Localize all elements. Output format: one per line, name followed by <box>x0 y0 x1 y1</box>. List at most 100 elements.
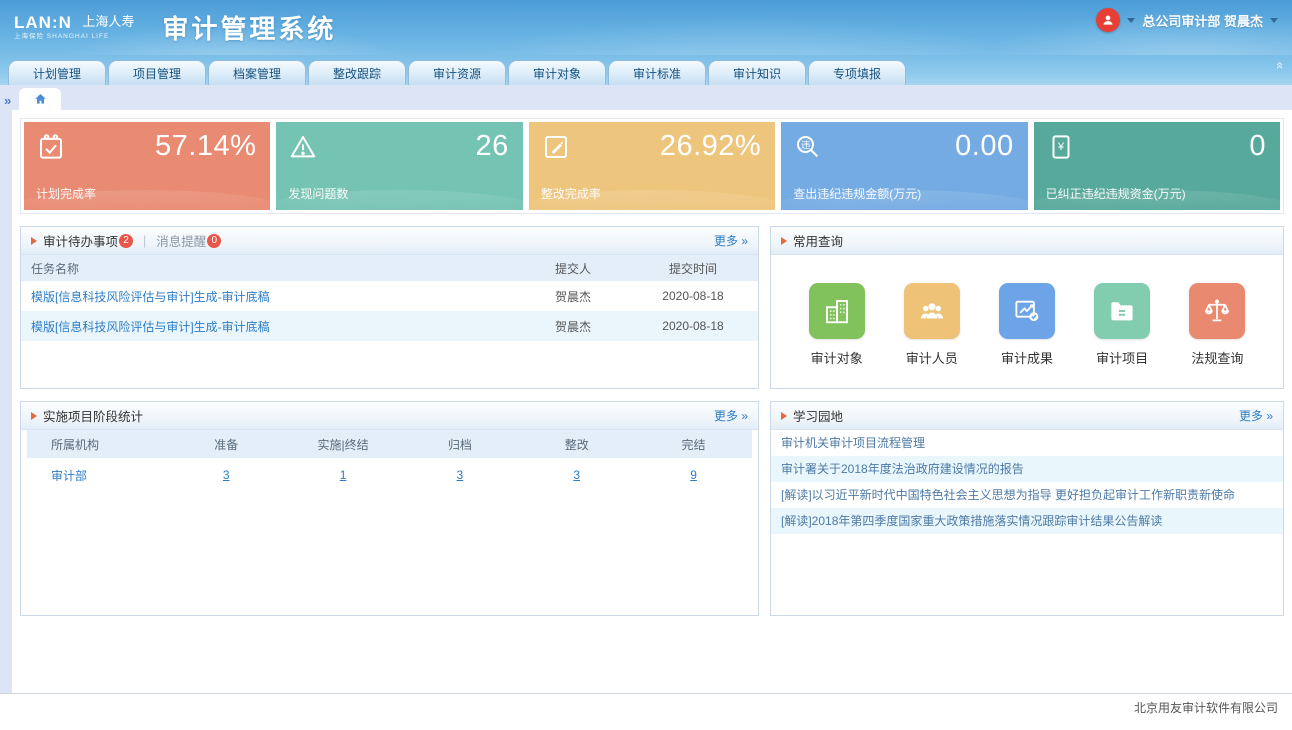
kpi-rectification-completion[interactable]: 26.92% 整改完成率 <box>529 122 775 210</box>
tab-home[interactable] <box>19 88 61 110</box>
home-icon <box>33 92 48 106</box>
quick-query-title: 常用查询 <box>793 231 843 250</box>
quick-query-header: 常用查询 <box>771 227 1283 255</box>
main-nav-bar: 计划管理 项目管理 档案管理 整改跟踪 审计资源 审计对象 审计标准 审计知识 … <box>0 55 1292 85</box>
column-preparation: 准备 <box>168 436 285 453</box>
kpi-issues-found[interactable]: 26 发现问题数 <box>276 122 522 210</box>
svg-text:¥: ¥ <box>1056 141 1064 153</box>
todo-panel-header: 审计待办事项2 | 消息提醒0 更多 » <box>21 227 758 255</box>
tab-audit-objects[interactable]: 审计对象 <box>508 60 606 85</box>
kpi-label: 查出违纪违规金额(万元) <box>793 185 921 202</box>
quick-link-audit-staff[interactable]: 审计人员 <box>896 283 968 367</box>
user-dropdown-caret-icon[interactable] <box>1270 18 1278 23</box>
stage-count-link[interactable]: 3 <box>573 468 580 482</box>
column-rectification: 整改 <box>518 436 635 453</box>
stage-more-link[interactable]: 更多 » <box>714 407 748 424</box>
message-reminder-tab[interactable]: 消息提醒 <box>156 231 206 250</box>
kpi-label: 已纠正违纪违规资金(万元) <box>1046 185 1186 202</box>
tab-audit-knowledge[interactable]: 审计知识 <box>708 60 806 85</box>
project-stage-title: 实施项目阶段统计 <box>43 406 143 425</box>
dashboard-content: 57.14% 计划完成率 26 发现问题数 26.92% <box>0 110 1292 693</box>
list-item[interactable]: [解读]2018年第四季度国家重大政策措施落实情况跟踪审计结果公告解读 <box>771 508 1283 534</box>
quick-link-regulation-search[interactable]: 法规查询 <box>1181 283 1253 367</box>
tab-plan-management[interactable]: 计划管理 <box>8 60 106 85</box>
stage-count-link[interactable]: 1 <box>340 468 347 482</box>
company-logo: LAN:N 上海人寿 上海保险 SHANGHAI LIFE <box>14 14 134 41</box>
tab-project-management[interactable]: 项目管理 <box>108 60 206 85</box>
stage-count-link[interactable]: 3 <box>223 468 230 482</box>
todo-panel: 审计待办事项2 | 消息提醒0 更多 » 任务名称 提交人 提交时间 模版[信息… <box>20 226 759 389</box>
open-tabs-bar: » <box>0 85 1292 110</box>
quick-link-label: 审计项目 <box>1096 348 1148 367</box>
panel-arrow-icon <box>31 237 37 245</box>
users-icon <box>917 296 947 326</box>
tab-audit-standards[interactable]: 审计标准 <box>608 60 706 85</box>
tab-archive-management[interactable]: 档案管理 <box>208 60 306 85</box>
quick-link-audit-projects[interactable]: 审计项目 <box>1086 283 1158 367</box>
kpi-plan-completion[interactable]: 57.14% 计划完成率 <box>24 122 270 210</box>
learning-panel-header: 学习园地 更多 » <box>771 402 1283 430</box>
column-organization: 所属机构 <box>27 436 168 453</box>
kpi-corrected-funds[interactable]: ¥ 0 已纠正违纪违规资金(万元) <box>1034 122 1280 210</box>
panel-arrow-icon <box>31 412 37 420</box>
chart-check-icon <box>1012 296 1042 326</box>
list-item[interactable]: [解读]以习近平新时代中国特色社会主义思想为指导 更好担负起审计工作新职责新使命 <box>771 482 1283 508</box>
quick-link-label: 法规查询 <box>1191 348 1243 367</box>
kpi-value: 26.92% <box>660 130 761 163</box>
column-implementation: 实施|终结 <box>285 436 402 453</box>
scales-icon <box>1202 296 1232 326</box>
calendar-check-icon <box>36 132 66 162</box>
user-avatar-icon[interactable] <box>1096 8 1120 32</box>
kpi-value: 0 <box>1249 130 1266 163</box>
expand-arrows-icon[interactable]: » <box>4 94 11 107</box>
building-icon <box>822 296 852 326</box>
task-submitter: 贺晨杰 <box>518 318 628 335</box>
quick-link-label: 审计成果 <box>1001 348 1053 367</box>
kpi-violation-amount-found[interactable]: 违 0.00 查出违纪违规金额(万元) <box>781 122 1027 210</box>
quick-link-audit-results[interactable]: 审计成果 <box>991 283 1063 367</box>
stage-table-header: 所属机构 准备 实施|终结 归档 整改 完结 <box>27 430 752 458</box>
kpi-value: 26 <box>476 130 509 163</box>
logo-brand-text: LAN:N <box>14 13 72 32</box>
column-archiving: 归档 <box>401 436 518 453</box>
org-link[interactable]: 审计部 <box>51 469 87 483</box>
table-row: 模版[信息科技风险评估与审计]生成-审计底稿 贺晨杰 2020-08-18 <box>21 281 758 311</box>
stage-count-link[interactable]: 3 <box>457 468 464 482</box>
todo-tab[interactable]: 审计待办事项 <box>43 231 118 250</box>
list-item[interactable]: 审计署关于2018年度法治政府建设情况的报告 <box>771 456 1283 482</box>
kpi-label: 整改完成率 <box>541 185 601 202</box>
page-title: 审计管理系统 <box>162 9 336 46</box>
column-submit-time: 提交时间 <box>628 260 758 277</box>
task-link[interactable]: 模版[信息科技风险评估与审计]生成-审计底稿 <box>31 320 270 334</box>
todo-table-header: 任务名称 提交人 提交时间 <box>21 255 758 281</box>
tab-special-reporting[interactable]: 专项填报 <box>808 60 906 85</box>
table-row: 审计部 3 1 3 3 9 <box>27 458 752 492</box>
violation-search-icon: 违 <box>793 132 823 162</box>
task-submit-time: 2020-08-18 <box>628 319 758 333</box>
tab-audit-resources[interactable]: 审计资源 <box>408 60 506 85</box>
task-submit-time: 2020-08-18 <box>628 289 758 303</box>
logo-company-name: 上海人寿 <box>82 14 134 29</box>
svg-text:违: 违 <box>801 140 810 150</box>
avatar-dropdown-caret-icon[interactable] <box>1127 18 1135 23</box>
project-stage-panel: 实施项目阶段统计 更多 » 所属机构 准备 实施|终结 归档 整改 完结 审计部… <box>20 401 759 616</box>
tab-rectification-tracking[interactable]: 整改跟踪 <box>308 60 406 85</box>
message-count-badge: 0 <box>207 234 221 248</box>
task-submitter: 贺晨杰 <box>518 288 628 305</box>
list-item[interactable]: 审计机关审计项目流程管理 <box>771 430 1283 456</box>
kpi-card-row: 57.14% 计划完成率 26 发现问题数 26.92% <box>20 118 1284 214</box>
quick-link-audit-objects[interactable]: 审计对象 <box>801 283 873 367</box>
quick-link-label: 审计人员 <box>906 348 958 367</box>
user-menu[interactable]: 总公司审计部 贺晨杰 <box>1142 11 1263 30</box>
stage-count-link[interactable]: 9 <box>690 468 697 482</box>
learning-panel: 学习园地 更多 » 审计机关审计项目流程管理 审计署关于2018年度法治政府建设… <box>770 401 1284 616</box>
learning-more-link[interactable]: 更多 » <box>1239 407 1273 424</box>
todo-more-link[interactable]: 更多 » <box>714 232 748 249</box>
kpi-label: 计划完成率 <box>36 185 96 202</box>
table-row: 模版[信息科技风险评估与审计]生成-审计底稿 贺晨杰 2020-08-18 <box>21 311 758 341</box>
warning-triangle-icon <box>288 132 318 162</box>
panel-arrow-icon <box>781 237 787 245</box>
task-link[interactable]: 模版[信息科技风险评估与审计]生成-审计底稿 <box>31 290 270 304</box>
collapse-tabs-icon[interactable]: « <box>1274 62 1287 69</box>
kpi-value: 57.14% <box>155 130 256 163</box>
